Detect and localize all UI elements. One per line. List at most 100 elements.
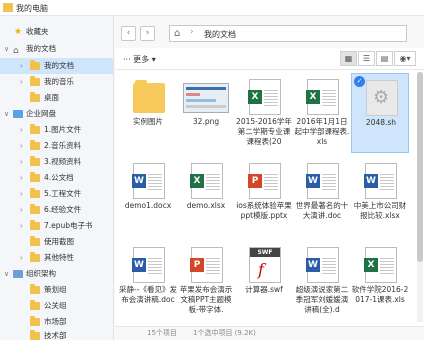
file-name: demo.xlsx — [186, 201, 226, 210]
sidebar-item-my-docs[interactable]: › 我的文档 — [0, 58, 113, 74]
folder-icon — [30, 172, 40, 182]
sidebar-item-favorites[interactable]: ★ 收藏夹 — [0, 24, 113, 40]
address-bar[interactable]: ⌂ › 我的文档 — [169, 25, 407, 42]
expand-arrow-icon[interactable]: ∨ — [4, 106, 9, 122]
file-item[interactable]: W 采静--《看见》发布会演讲稿.doc — [119, 241, 177, 321]
sidebar-item-folder-6[interactable]: › 6.经验文件 — [0, 202, 113, 218]
main-panel: ‹ › ⌂ › 我的文档 ··· 更多 ▾ ▦ ☰ ▤ ◉▾ 实例图片 32.p… — [115, 16, 424, 340]
file-grid: 实例图片 32.png X 2015-2016学年第二学期专业课课程表(20 X… — [115, 71, 415, 326]
image-thumbnail-icon — [183, 83, 229, 113]
file-item[interactable]: P 苹果发布会演示文稿PPT主题模板-带字体. — [177, 241, 235, 321]
word-file-icon: W — [364, 163, 397, 199]
excel-file-icon: X — [190, 163, 223, 199]
file-name: 中美上市公司财报比较.xlsx — [353, 201, 407, 220]
sidebar-item-org-structure[interactable]: ∨ 组织架构 — [0, 266, 113, 282]
collapse-arrow-icon[interactable]: › — [20, 154, 23, 170]
folder-icon — [30, 76, 40, 86]
file-name: demo1.docx — [124, 201, 172, 210]
file-item[interactable]: W 中美上市公司财报比较.xlsx — [351, 157, 409, 237]
file-item[interactable]: X demo.xlsx — [177, 157, 235, 237]
collapse-arrow-icon[interactable]: › — [20, 138, 23, 154]
sidebar-item-planning[interactable]: 策划组 — [0, 282, 113, 298]
file-manager-window: 我的电脑 ★ 收藏夹 ∨ ⌂ 我的文档 › 我的文档 › 我的音乐 桌面 ∨ 企… — [0, 0, 424, 340]
breadcrumb-separator: › — [190, 27, 194, 37]
file-item[interactable]: 32.png — [177, 73, 235, 153]
collapse-arrow-icon[interactable]: › — [20, 122, 23, 138]
grid-view-button[interactable]: ▦ — [340, 51, 357, 66]
file-item[interactable]: W demo1.docx — [119, 157, 177, 237]
file-name: 计算器.swf — [245, 285, 283, 294]
folder-icon — [30, 156, 40, 166]
collapse-arrow-icon[interactable]: › — [20, 74, 23, 90]
home-icon: ⌂ — [13, 46, 19, 56]
file-item[interactable]: P ios系统体验苹果ppt模版.pptx — [235, 157, 293, 237]
sidebar-item-desktop[interactable]: 桌面 — [0, 90, 113, 106]
scrollbar-thumb[interactable] — [417, 72, 423, 262]
back-button[interactable]: ‹ — [121, 26, 136, 41]
collapse-arrow-icon[interactable]: › — [20, 250, 23, 266]
file-name: 实例图片 — [133, 117, 163, 126]
excel-file-icon: X — [364, 247, 397, 283]
sidebar-item-folder-1[interactable]: › 1.图片文件 — [0, 122, 113, 138]
excel-file-icon: X — [306, 79, 339, 115]
sidebar-item-my-docs-root[interactable]: ∨ ⌂ 我的文档 — [0, 41, 113, 57]
collapse-arrow-icon[interactable]: › — [20, 170, 23, 186]
more-menu[interactable]: ··· 更多 ▾ — [123, 54, 156, 65]
sidebar-item-folder-7[interactable]: › 7.epub电子书 — [0, 218, 113, 234]
view-options-dropdown[interactable]: ◉▾ — [394, 51, 416, 66]
home-icon[interactable]: ⌂ — [174, 29, 180, 39]
detail-view-button[interactable]: ▤ — [376, 51, 393, 66]
file-name: 2048.sh — [365, 118, 397, 127]
script-file-icon: ⚙ — [366, 80, 398, 116]
sidebar-item-folder-2[interactable]: › 2.音乐资料 — [0, 138, 113, 154]
file-name: 32.png — [192, 117, 220, 126]
powerpoint-file-icon: P — [248, 163, 281, 199]
sidebar-item-tech[interactable]: 技术部 — [0, 328, 113, 340]
collapse-arrow-icon[interactable]: › — [20, 58, 23, 74]
collapse-arrow-icon[interactable]: › — [20, 186, 23, 202]
selection-info: 1个选中项目 (9.2K) — [193, 329, 256, 337]
collapse-arrow-icon[interactable]: › — [20, 202, 23, 218]
sidebar-item-screenshots[interactable]: 使用截图 — [0, 234, 113, 250]
powerpoint-file-icon: P — [190, 247, 223, 283]
excel-file-icon: X — [248, 79, 281, 115]
folder-icon — [30, 92, 40, 102]
file-item[interactable]: X 软件学院2016-2017-1课表.xls — [351, 241, 409, 321]
file-item-selected[interactable]: ⚙ ✓ 2048.sh — [351, 73, 409, 153]
file-item[interactable]: W 世界最著名的十大演讲.doc — [293, 157, 351, 237]
list-view-button[interactable]: ☰ — [358, 51, 375, 66]
file-name: 苹果发布会演示文稿PPT主题模板-带字体. — [179, 285, 233, 314]
sidebar-item-pr[interactable]: 公关组 — [0, 298, 113, 314]
folder-icon — [30, 204, 40, 214]
breadcrumb-item[interactable]: 我的文档 — [204, 29, 236, 40]
computer-icon — [3, 3, 13, 12]
file-name: 采静--《看见》发布会演讲稿.doc — [119, 285, 177, 304]
navigation-bar: ‹ › ⌂ › 我的文档 — [115, 16, 424, 48]
folder-icon — [30, 316, 40, 326]
sidebar-item-folder-5[interactable]: › 5.工程文件 — [0, 186, 113, 202]
sidebar: ★ 收藏夹 ∨ ⌂ 我的文档 › 我的文档 › 我的音乐 桌面 ∨ 企业网盘 › — [0, 16, 114, 340]
file-item[interactable]: X 2015-2016学年第二学期专业课课程表(20 — [235, 73, 293, 153]
sidebar-item-my-music[interactable]: › 我的音乐 — [0, 74, 113, 90]
sidebar-item-folder-3[interactable]: › 3.视频资料 — [0, 154, 113, 170]
file-item[interactable]: 实例图片 — [119, 73, 177, 153]
title-bar: 我的电脑 — [0, 0, 424, 16]
checkmark-icon[interactable]: ✓ — [354, 76, 365, 87]
sidebar-item-other-features[interactable]: › 其他特性 — [0, 250, 113, 266]
forward-button[interactable]: › — [140, 26, 155, 41]
file-name: 世界最著名的十大演讲.doc — [295, 201, 349, 220]
file-item[interactable]: X 2016年1月1日起中学部课程表.xls — [293, 73, 351, 153]
word-file-icon: W — [306, 163, 339, 199]
file-item[interactable]: SWF f 计算器.swf — [235, 241, 293, 321]
sidebar-item-folder-4[interactable]: › 4.公文档 — [0, 170, 113, 186]
sidebar-item-enterprise-drive[interactable]: ∨ 企业网盘 — [0, 106, 113, 122]
folder-icon — [30, 284, 40, 294]
expand-arrow-icon[interactable]: ∨ — [4, 41, 9, 57]
expand-arrow-icon[interactable]: ∨ — [4, 266, 9, 282]
org-chart-icon — [13, 270, 23, 278]
vertical-scrollbar[interactable] — [417, 72, 423, 322]
more-label: 更多 — [133, 55, 150, 64]
collapse-arrow-icon[interactable]: › — [20, 218, 23, 234]
file-item[interactable]: W 超级演说家第二季冠军刘媛媛演讲稿(全).d — [293, 241, 351, 321]
folder-icon — [30, 252, 40, 262]
